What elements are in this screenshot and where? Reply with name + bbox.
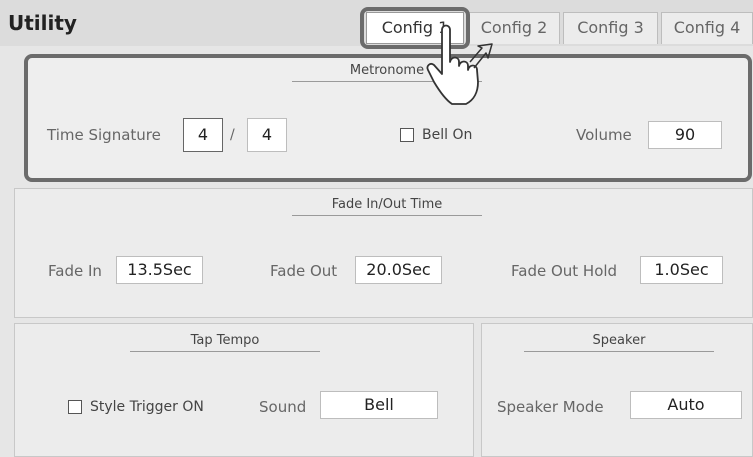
app-title: Utility	[8, 11, 77, 35]
tap-tempo-title: Tap Tempo	[190, 333, 260, 348]
volume-label: Volume	[576, 126, 632, 144]
sound-field[interactable]: Bell	[320, 391, 438, 419]
speaker-mode-field[interactable]: Auto	[630, 391, 742, 419]
speaker-title: Speaker	[592, 333, 646, 348]
volume-field[interactable]: 90	[648, 121, 722, 149]
style-trigger-label: Style Trigger ON	[90, 399, 204, 415]
sound-label: Sound	[259, 398, 307, 416]
tab-config-4[interactable]: Config 4	[661, 12, 753, 44]
fade-in-field[interactable]: 13.5Sec	[116, 256, 203, 284]
bell-on-checkbox[interactable]	[400, 128, 414, 142]
hand-pointer-icon	[426, 24, 493, 105]
bell-on-label: Bell On	[422, 127, 473, 143]
fade-in-label: Fade In	[48, 262, 102, 280]
speaker-mode-label: Speaker Mode	[497, 398, 604, 416]
time-signature-denominator-field[interactable]: 4	[247, 118, 287, 152]
time-signature-numerator-field[interactable]: 4	[183, 118, 223, 152]
fade-out-hold-field[interactable]: 1.0Sec	[640, 256, 723, 284]
fade-out-label: Fade Out	[270, 262, 338, 280]
tab-config-3[interactable]: Config 3	[563, 12, 658, 44]
style-trigger-checkbox[interactable]	[68, 400, 82, 414]
speaker-title-rule	[524, 351, 714, 352]
fade-title-rule	[292, 215, 482, 216]
fade-out-hold-label: Fade Out Hold	[511, 262, 618, 280]
time-signature-separator: /	[230, 127, 235, 143]
fade-title: Fade In/Out Time	[331, 197, 443, 212]
fade-out-field[interactable]: 20.0Sec	[355, 256, 442, 284]
tap-tempo-title-rule	[130, 351, 320, 352]
time-signature-label: Time Signature	[47, 126, 161, 144]
